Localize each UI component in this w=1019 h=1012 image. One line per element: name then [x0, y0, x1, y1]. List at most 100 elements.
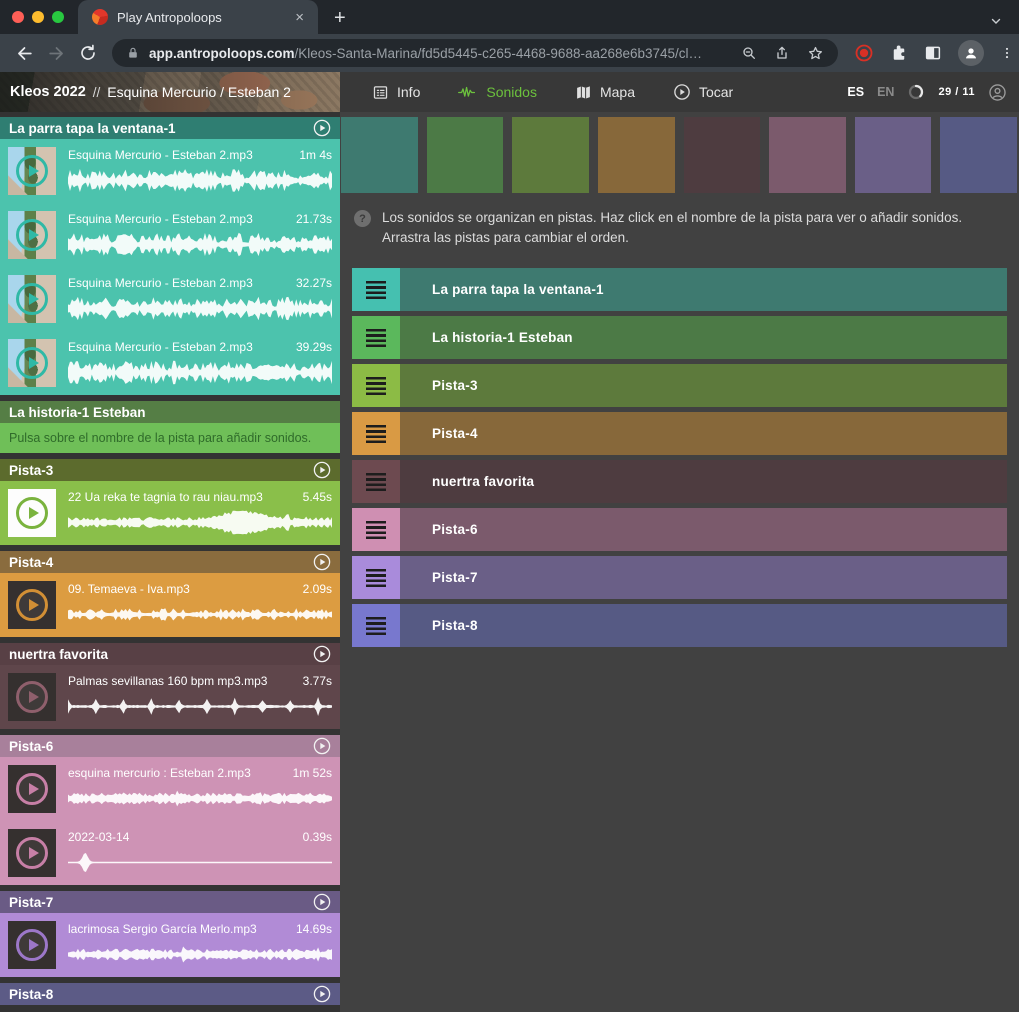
audio-clip[interactable]: esquina mercurio : Esteban 2.mp31m 52s	[0, 757, 340, 821]
clip-play-icon[interactable]	[16, 681, 48, 713]
audio-clip[interactable]: Esquina Mercurio - Esteban 2.mp332.27s	[0, 267, 340, 331]
address-bar[interactable]: app.antropoloops.com/Kleos-Santa-Marina/…	[112, 39, 838, 67]
waveform[interactable]	[68, 941, 332, 968]
track-color-swatch[interactable]	[598, 117, 675, 193]
clip-play-icon[interactable]	[16, 589, 48, 621]
clip-play-icon[interactable]	[16, 219, 48, 251]
bookmark-star-icon[interactable]	[807, 45, 824, 62]
clip-thumbnail[interactable]	[8, 921, 56, 969]
audio-clip[interactable]: 22 Ua reka te tagnia to rau niau.mp35.45…	[0, 481, 340, 545]
clip-play-icon[interactable]	[16, 155, 48, 187]
drag-handle[interactable]	[352, 412, 400, 455]
track-row[interactable]: Pista-8	[352, 604, 1007, 647]
close-window-button[interactable]	[12, 11, 24, 23]
audio-clip[interactable]: Palmas sevillanas 160 bpm mp3.mp33.77s	[0, 665, 340, 729]
project-banner[interactable]: Kleos 2022 // Esquina Mercurio / Esteban…	[0, 72, 340, 112]
minimize-window-button[interactable]	[32, 11, 44, 23]
waveform[interactable]	[68, 509, 332, 536]
drag-handle[interactable]	[352, 604, 400, 647]
track-play-icon[interactable]	[313, 553, 331, 571]
drag-handle[interactable]	[352, 460, 400, 503]
drag-handle[interactable]	[352, 364, 400, 407]
tab-close-icon[interactable]: ×	[291, 8, 308, 27]
track-play-icon[interactable]	[313, 461, 331, 479]
clip-play-icon[interactable]	[16, 283, 48, 315]
browser-tab[interactable]: Play Antropoloops ×	[78, 0, 318, 34]
waveform[interactable]	[68, 693, 332, 720]
track-header[interactable]: Pista-6	[0, 735, 340, 757]
waveform[interactable]	[68, 167, 332, 194]
track-color-swatch[interactable]	[341, 117, 418, 193]
track-color-swatch[interactable]	[855, 117, 932, 193]
drag-handle[interactable]	[352, 556, 400, 599]
track-play-icon[interactable]	[313, 119, 331, 137]
tab-tocar[interactable]: Tocar	[673, 83, 733, 101]
track-play-icon[interactable]	[313, 737, 331, 755]
track-play-icon[interactable]	[313, 645, 331, 663]
track-row[interactable]: Pista-3	[352, 364, 1007, 407]
waveform[interactable]	[68, 359, 332, 386]
track-header[interactable]: Pista-7	[0, 891, 340, 913]
clip-thumbnail[interactable]	[8, 765, 56, 813]
side-panel-icon[interactable]	[924, 44, 942, 62]
track-color-swatch[interactable]	[684, 117, 761, 193]
track-row[interactable]: Pista-7	[352, 556, 1007, 599]
clip-thumbnail[interactable]	[8, 489, 56, 537]
audio-clip[interactable]: 2022-03-140.39s	[0, 821, 340, 885]
track-play-icon[interactable]	[313, 893, 331, 911]
track-color-swatch[interactable]	[769, 117, 846, 193]
new-tab-button[interactable]: +	[334, 7, 346, 34]
forward-button[interactable]	[42, 39, 70, 67]
clip-play-icon[interactable]	[16, 773, 48, 805]
track-color-swatch[interactable]	[940, 117, 1017, 193]
tab-search-chevron-icon[interactable]	[989, 14, 1003, 34]
tab-info[interactable]: Info	[372, 84, 420, 101]
waveform[interactable]	[68, 785, 332, 812]
waveform[interactable]	[68, 849, 332, 876]
track-color-swatch[interactable]	[427, 117, 504, 193]
tab-mapa[interactable]: Mapa	[575, 84, 635, 101]
track-play-icon[interactable]	[313, 985, 331, 1003]
track-header[interactable]: La historia-1 Esteban	[0, 401, 340, 423]
reload-button[interactable]	[74, 39, 102, 67]
zoom-icon[interactable]	[741, 45, 757, 61]
clip-play-icon[interactable]	[16, 497, 48, 529]
track-row[interactable]: Pista-4	[352, 412, 1007, 455]
profile-avatar[interactable]	[958, 40, 984, 66]
browser-menu-kebab-icon[interactable]	[1000, 45, 1014, 61]
clip-play-icon[interactable]	[16, 929, 48, 961]
back-button[interactable]	[10, 39, 38, 67]
track-row[interactable]: La historia-1 Esteban	[352, 316, 1007, 359]
clip-thumbnail[interactable]	[8, 581, 56, 629]
track-header[interactable]: Pista-4	[0, 551, 340, 573]
clip-thumbnail[interactable]	[8, 673, 56, 721]
audio-clip[interactable]: Esquina Mercurio - Esteban 2.mp339.29s	[0, 331, 340, 395]
share-icon[interactable]	[774, 45, 790, 61]
lang-en-button[interactable]: EN	[877, 85, 894, 99]
waveform[interactable]	[68, 231, 332, 258]
drag-handle[interactable]	[352, 268, 400, 311]
track-row[interactable]: nuertra favorita	[352, 460, 1007, 503]
drag-handle[interactable]	[352, 508, 400, 551]
audio-clip[interactable]: Esquina Mercurio - Esteban 2.mp321.73s	[0, 203, 340, 267]
tab-sonidos[interactable]: Sonidos	[458, 84, 537, 100]
waveform[interactable]	[68, 601, 332, 628]
clip-thumbnail[interactable]	[8, 275, 56, 323]
clip-play-icon[interactable]	[16, 837, 48, 869]
track-header[interactable]: Pista-3	[0, 459, 340, 481]
clip-thumbnail[interactable]	[8, 211, 56, 259]
waveform[interactable]	[68, 295, 332, 322]
record-extension-icon[interactable]	[854, 43, 874, 63]
track-row[interactable]: Pista-6	[352, 508, 1007, 551]
track-row[interactable]: La parra tapa la ventana-1	[352, 268, 1007, 311]
clip-thumbnail[interactable]	[8, 147, 56, 195]
clip-thumbnail[interactable]	[8, 339, 56, 387]
track-header[interactable]: nuertra favorita	[0, 643, 340, 665]
clip-play-icon[interactable]	[16, 347, 48, 379]
account-icon[interactable]	[988, 83, 1007, 102]
audio-clip[interactable]: lacrimosa Sergio García Merlo.mp314.69s	[0, 913, 340, 977]
audio-clip[interactable]: 09. Temaeva - Iva.mp32.09s	[0, 573, 340, 637]
extensions-puzzle-icon[interactable]	[890, 44, 908, 62]
maximize-window-button[interactable]	[52, 11, 64, 23]
track-color-swatch[interactable]	[512, 117, 589, 193]
